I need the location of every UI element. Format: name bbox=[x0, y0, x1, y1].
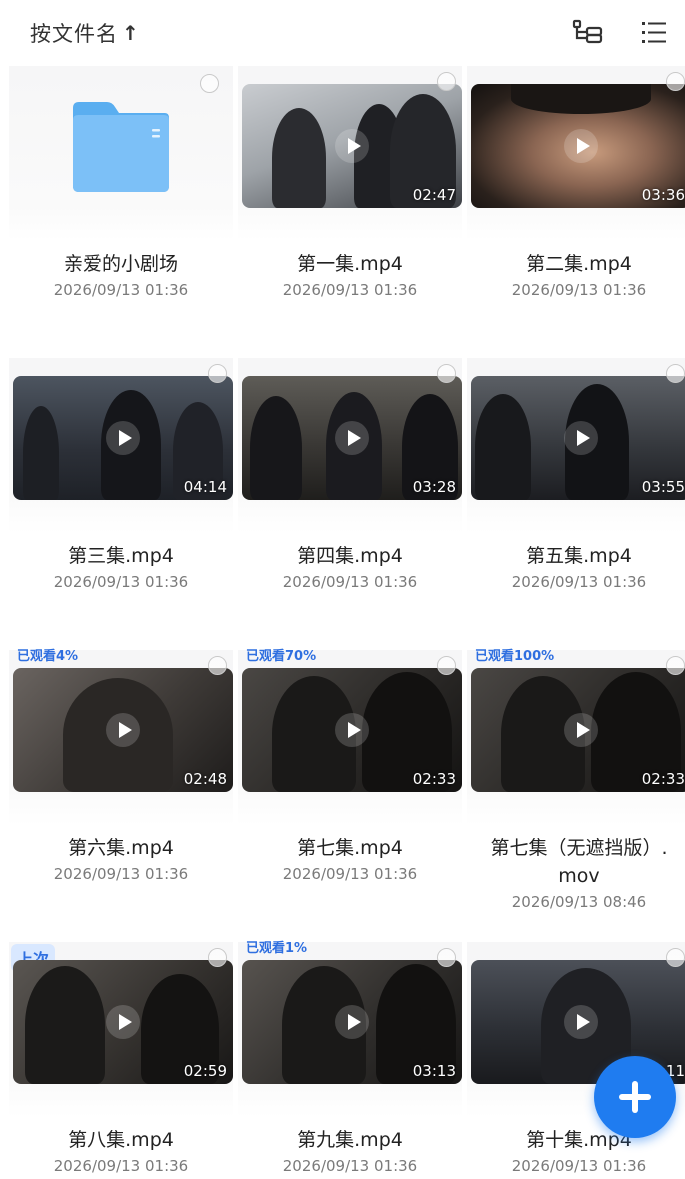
file-date: 2026/09/13 01:36 bbox=[282, 573, 418, 591]
play-icon bbox=[335, 129, 369, 163]
file-date: 2026/09/13 01:36 bbox=[282, 281, 418, 299]
video-thumbnail[interactable]: 02:48 bbox=[13, 668, 233, 792]
file-name: 第九集.mp4 bbox=[297, 1129, 403, 1151]
select-checkbox[interactable] bbox=[437, 656, 456, 675]
play-icon bbox=[335, 713, 369, 747]
file-date: 2026/09/13 08:46 bbox=[511, 893, 647, 911]
video-duration: 03:55 bbox=[641, 478, 685, 496]
video-duration: 02:33 bbox=[412, 770, 456, 788]
select-checkbox[interactable] bbox=[437, 364, 456, 383]
select-checkbox[interactable] bbox=[208, 656, 227, 675]
video-duration: 03:36 bbox=[641, 186, 685, 204]
file-date: 2026/09/13 01:36 bbox=[53, 573, 189, 591]
video-duration: 03:28 bbox=[412, 478, 456, 496]
video-duration: 02:48 bbox=[183, 770, 227, 788]
list-view-icon[interactable] bbox=[638, 16, 674, 50]
plus-icon bbox=[619, 1081, 651, 1113]
watched-progress-label: 已观看100% bbox=[475, 649, 555, 664]
file-name: 第六集.mp4 bbox=[68, 837, 174, 859]
tree-structure-icon[interactable] bbox=[571, 16, 607, 50]
select-checkbox[interactable] bbox=[437, 72, 456, 91]
file-name-line-1: 第七集（无遮挡版）. bbox=[490, 837, 668, 859]
video-thumbnail[interactable]: 03:13 bbox=[242, 960, 462, 1084]
file-name: 第二集.mp4 bbox=[526, 253, 632, 275]
video-duration: 02:47 bbox=[412, 186, 456, 204]
file-name-line-2: mov bbox=[558, 865, 600, 887]
file-name: 第三集.mp4 bbox=[68, 545, 174, 567]
folder-icon bbox=[73, 102, 169, 192]
sort-label: 按文件名 bbox=[30, 22, 118, 46]
video-duration: 02:33 bbox=[641, 770, 685, 788]
video-thumbnail[interactable]: 03:55 bbox=[471, 376, 685, 500]
video-thumbnail[interactable]: 02:47 bbox=[242, 84, 462, 208]
file-name: 第五集.mp4 bbox=[526, 545, 632, 567]
play-icon bbox=[106, 1005, 140, 1039]
file-date: 2026/09/13 01:36 bbox=[53, 281, 189, 299]
watched-progress-label: 已观看4% bbox=[17, 649, 79, 664]
file-name: 第七集（无遮挡版）. mov bbox=[461, 834, 685, 890]
sort-ascending-icon: ↑ bbox=[122, 21, 140, 45]
file-name: 第四集.mp4 bbox=[297, 545, 403, 567]
top-bar: 按文件名 ↑ bbox=[0, 0, 685, 66]
video-thumbnail[interactable]: 04:14 bbox=[13, 376, 233, 500]
video-duration: 03:13 bbox=[412, 1062, 456, 1080]
select-checkbox[interactable] bbox=[666, 364, 685, 383]
play-icon bbox=[106, 421, 140, 455]
play-icon bbox=[335, 1005, 369, 1039]
select-checkbox[interactable] bbox=[208, 948, 227, 967]
play-icon bbox=[106, 713, 140, 747]
file-date: 2026/09/13 01:36 bbox=[511, 573, 647, 591]
file-date: 2026/09/13 01:36 bbox=[511, 281, 647, 299]
file-name: 第七集.mp4 bbox=[297, 837, 403, 859]
select-checkbox[interactable] bbox=[437, 948, 456, 967]
file-date: 2026/09/13 01:36 bbox=[282, 1157, 418, 1175]
play-icon bbox=[564, 421, 598, 455]
file-name: 第一集.mp4 bbox=[297, 253, 403, 275]
select-checkbox[interactable] bbox=[666, 948, 685, 967]
file-date: 2026/09/13 01:36 bbox=[511, 1157, 647, 1175]
sort-by-filename-button[interactable]: 按文件名 ↑ bbox=[30, 16, 140, 50]
file-date: 2026/09/13 01:36 bbox=[282, 865, 418, 883]
play-icon bbox=[564, 713, 598, 747]
play-icon bbox=[335, 421, 369, 455]
select-checkbox[interactable] bbox=[666, 72, 685, 91]
select-checkbox[interactable] bbox=[208, 364, 227, 383]
file-name: 第八集.mp4 bbox=[68, 1129, 174, 1151]
video-duration: 04:14 bbox=[183, 478, 227, 496]
watched-progress-label: 已观看70% bbox=[246, 649, 317, 664]
watched-progress-label: 已观看1% bbox=[246, 941, 308, 956]
file-name: 亲爱的小剧场 bbox=[63, 253, 178, 275]
video-thumbnail[interactable]: 03:36 bbox=[471, 84, 685, 208]
add-button[interactable] bbox=[594, 1056, 676, 1138]
video-thumbnail[interactable]: 02:59 bbox=[13, 960, 233, 1084]
video-thumbnail[interactable]: 02:33 bbox=[471, 668, 685, 792]
play-icon bbox=[564, 129, 598, 163]
select-checkbox[interactable] bbox=[666, 656, 685, 675]
file-date: 2026/09/13 01:36 bbox=[53, 1157, 189, 1175]
play-icon bbox=[564, 1005, 598, 1039]
file-date: 2026/09/13 01:36 bbox=[53, 865, 189, 883]
video-thumbnail[interactable]: 03:28 bbox=[242, 376, 462, 500]
video-duration: 02:59 bbox=[183, 1062, 227, 1080]
video-thumbnail[interactable]: 02:33 bbox=[242, 668, 462, 792]
select-checkbox[interactable] bbox=[200, 74, 219, 93]
